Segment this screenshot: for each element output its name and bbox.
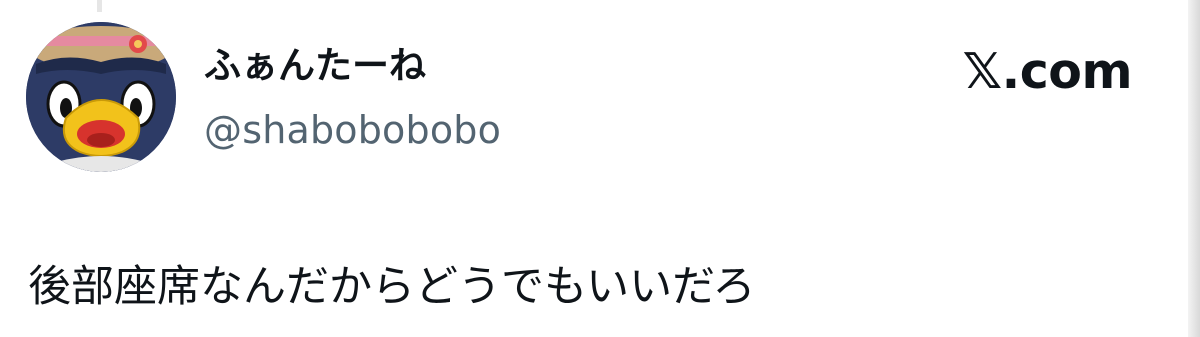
tweet-text: 後部座席なんだからどうでもいいだろ [28, 262, 756, 312]
mascot-bird-icon [26, 22, 176, 172]
x-com-logo: 𝕏.com [962, 43, 1133, 100]
tweet-card: ふぁんたーね @shabobobobo 𝕏.com 後部座席なんだからどうでもい… [0, 0, 1200, 337]
screen-edge [1188, 0, 1200, 337]
user-handle[interactable]: @shabobobobo [204, 105, 501, 155]
avatar[interactable] [26, 22, 176, 172]
divider [97, 0, 102, 12]
display-name[interactable]: ふぁんたーね [204, 42, 426, 90]
